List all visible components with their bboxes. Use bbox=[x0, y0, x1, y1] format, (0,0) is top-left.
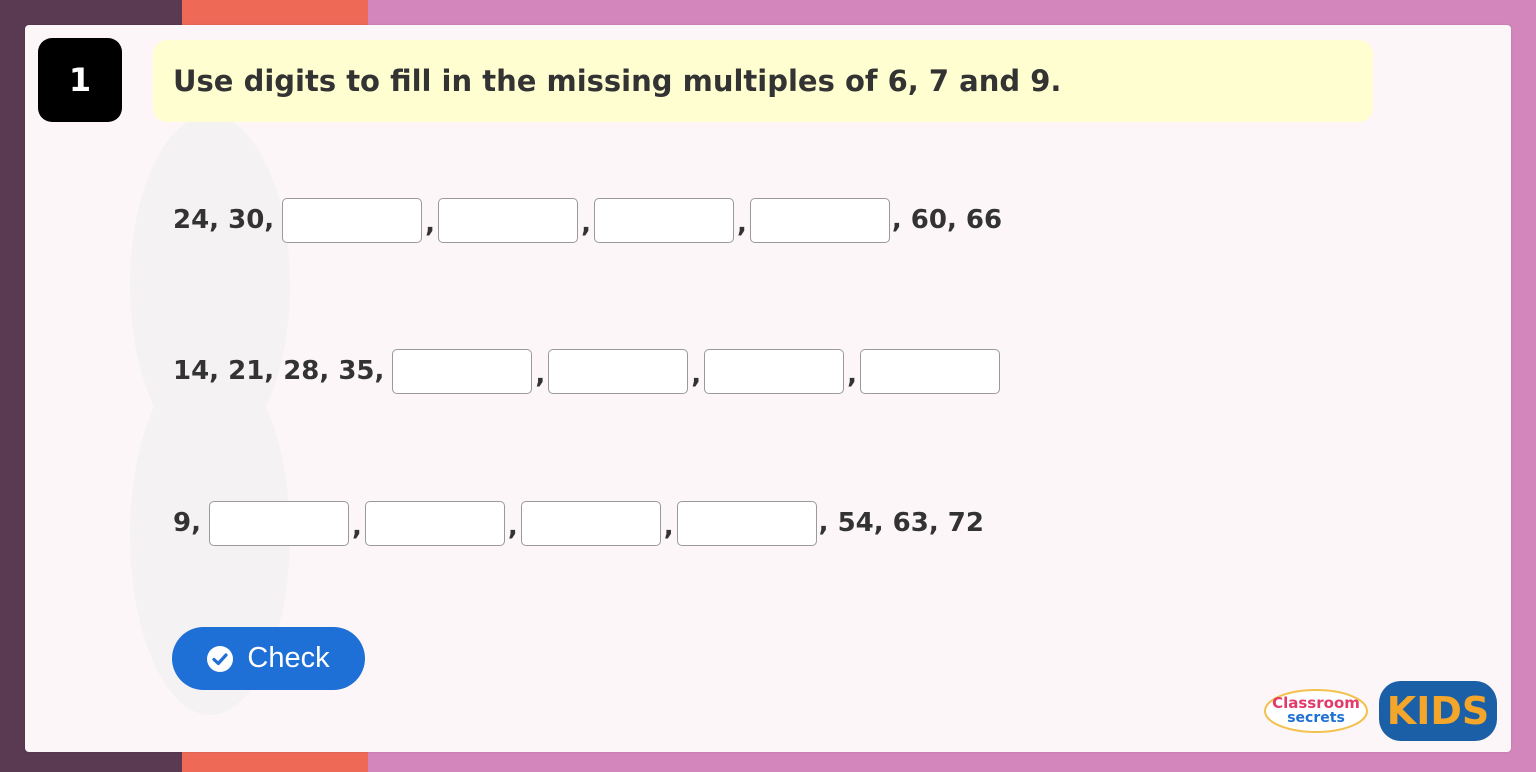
answer-input[interactable] bbox=[704, 348, 845, 394]
check-circle-icon bbox=[207, 645, 234, 672]
check-button-label: Check bbox=[247, 642, 330, 674]
answer-input[interactable] bbox=[282, 197, 423, 243]
row-3-before: 9, bbox=[173, 508, 201, 538]
question-prompt: Use digits to fill in the missing multip… bbox=[153, 40, 1373, 122]
row-3-after: , 54, 63, 72 bbox=[818, 508, 984, 538]
answer-input[interactable] bbox=[392, 348, 533, 394]
answer-input[interactable] bbox=[548, 348, 689, 394]
row-1-after: , 60, 66 bbox=[891, 205, 1003, 235]
separator: , bbox=[663, 512, 674, 542]
sequence-row-1: 24, 30, , , , , 60, 66 bbox=[173, 196, 1002, 244]
question-number: 1 bbox=[38, 38, 122, 122]
separator: , bbox=[691, 360, 702, 390]
answer-input[interactable] bbox=[438, 197, 579, 243]
answer-input[interactable] bbox=[593, 197, 734, 243]
separator: , bbox=[507, 512, 518, 542]
separator: , bbox=[535, 360, 546, 390]
row-1-before: 24, 30, bbox=[173, 205, 275, 235]
separator: , bbox=[581, 209, 591, 239]
question-prompt-text: Use digits to fill in the missing multip… bbox=[173, 64, 1062, 98]
separator: , bbox=[847, 360, 858, 390]
logo-badge: KIDS bbox=[1387, 689, 1490, 733]
separator: , bbox=[425, 209, 436, 239]
answer-input[interactable] bbox=[520, 500, 661, 546]
separator: , bbox=[736, 209, 747, 239]
answer-input[interactable] bbox=[749, 197, 890, 243]
answer-input[interactable] bbox=[860, 348, 1001, 394]
row-2-before: 14, 21, 28, 35, bbox=[173, 356, 385, 386]
answer-input[interactable] bbox=[676, 500, 817, 546]
answer-input[interactable] bbox=[208, 500, 349, 546]
check-button[interactable]: Check bbox=[172, 627, 365, 690]
sequence-row-3: 9, , , , , 54, 63, 72 bbox=[173, 499, 984, 547]
question-card: 1 Use digits to fill in the missing mult… bbox=[25, 25, 1511, 752]
sequence-row-2: 14, 21, 28, 35, , , , bbox=[173, 347, 1002, 395]
separator: , bbox=[351, 512, 362, 542]
answer-input[interactable] bbox=[364, 500, 505, 546]
logo-line2: secrets bbox=[1287, 710, 1345, 726]
classroom-secrets-kids-logo: Classroom secrets KIDS bbox=[1264, 681, 1497, 741]
